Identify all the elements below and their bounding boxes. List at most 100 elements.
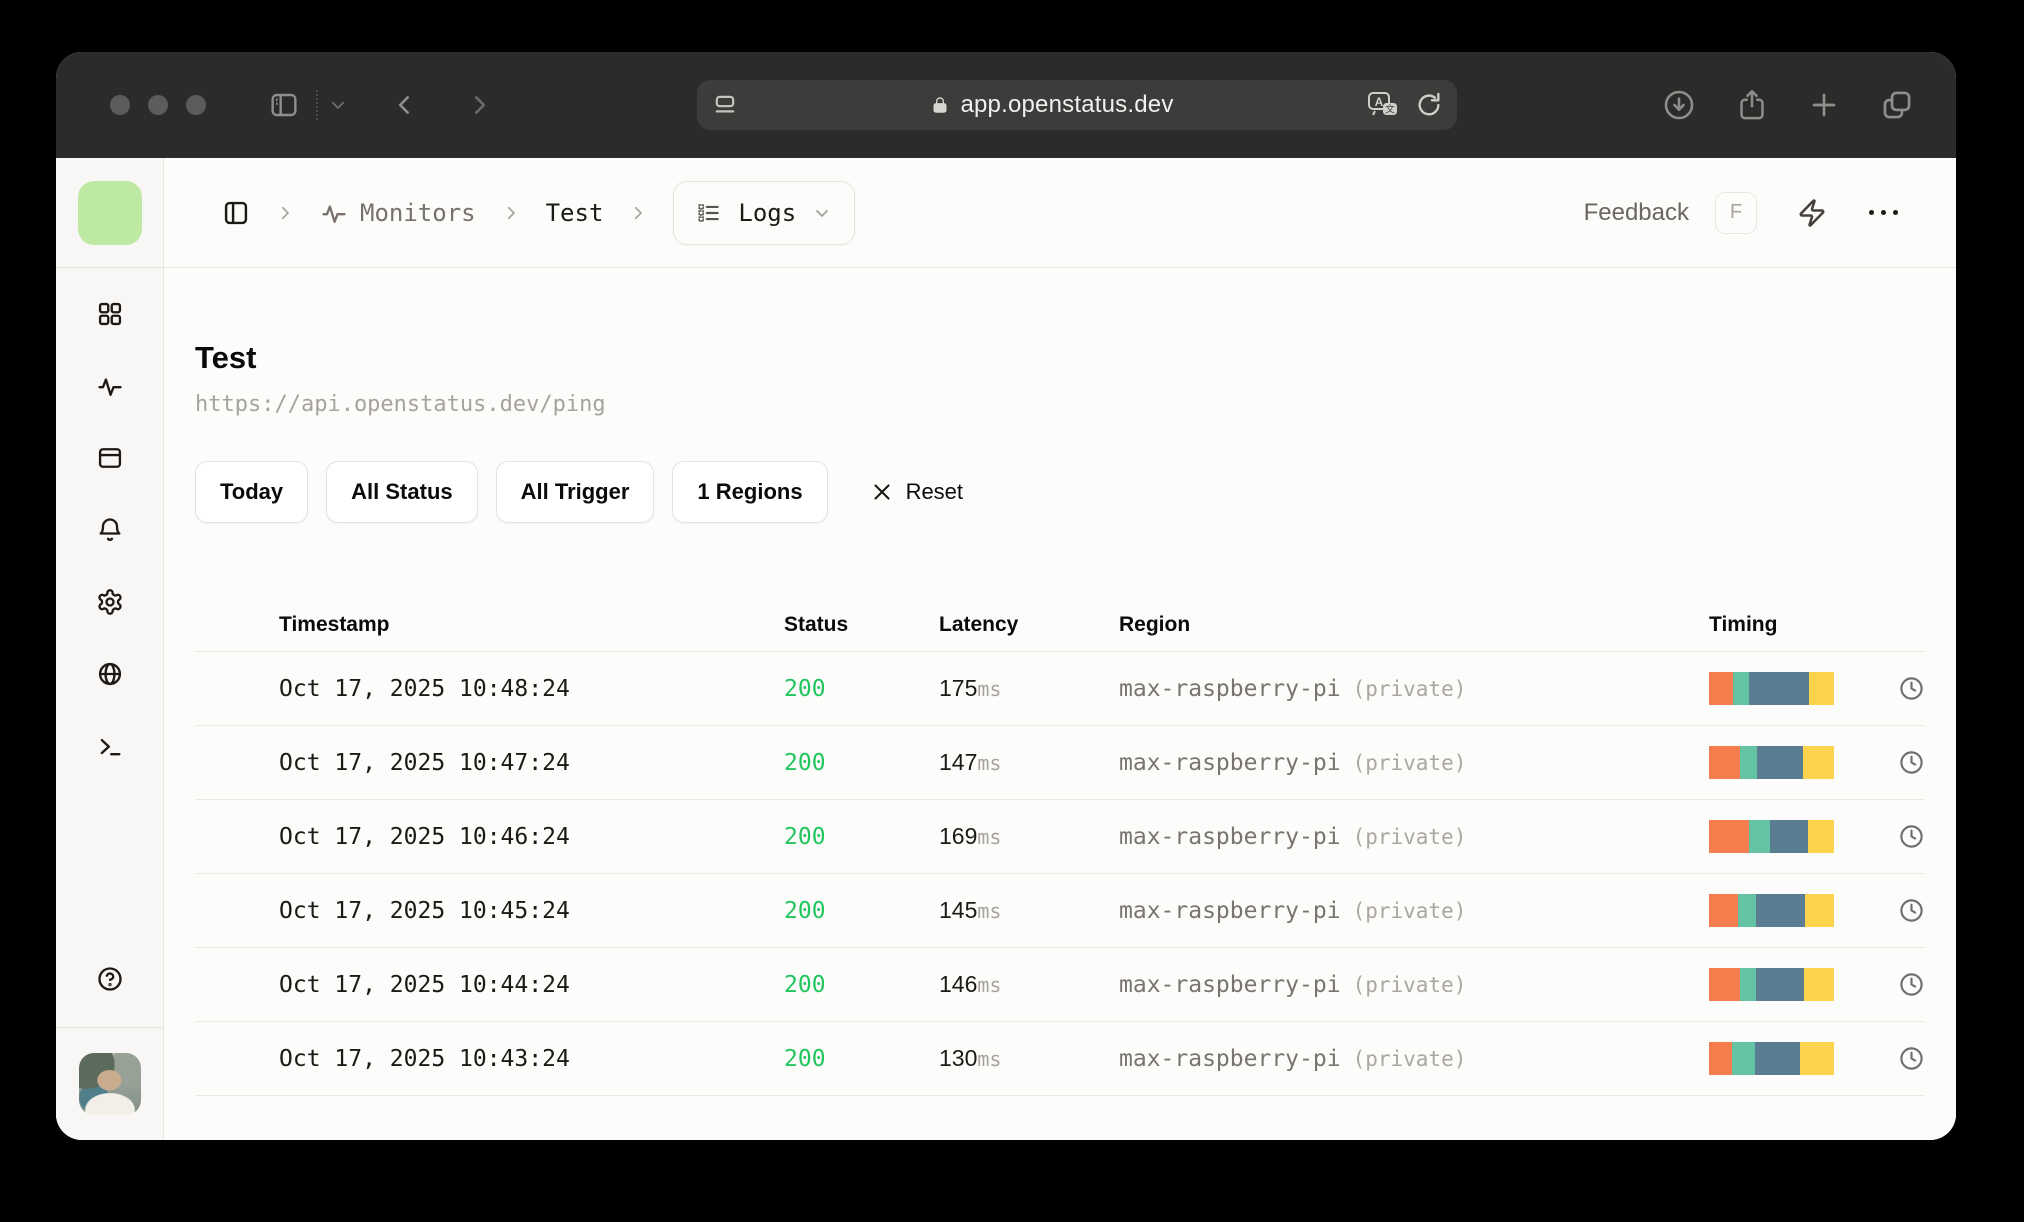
request-details-clock-icon[interactable] [1866,749,1925,776]
row-status: 200 [784,749,826,776]
tls-lock-icon [930,93,950,117]
log-row[interactable]: Oct 17, 2025 10:46:24 200 169 ms max-ras… [195,799,1925,873]
minimize-window-button[interactable] [148,95,168,115]
row-timestamp: Oct 17, 2025 10:48:24 [279,675,570,702]
row-latency-unit: ms [977,677,1002,701]
sidebar-item-settings[interactable] [96,588,124,616]
row-latency-value: 130 [939,1045,978,1071]
sidebar-item-cli[interactable] [96,732,124,760]
col-timestamp[interactable]: Timestamp [279,613,784,637]
timing-segment-ttfb [1756,968,1804,1001]
downloads-icon[interactable] [1662,88,1696,122]
request-details-clock-icon[interactable] [1866,823,1925,850]
sidebar-item-monitors[interactable] [96,372,124,400]
workspace-logo[interactable] [77,180,142,245]
quick-actions-icon[interactable] [1797,198,1827,228]
timing-segment-transfer [1808,820,1834,853]
row-region: max-raspberry-pi [1119,675,1341,702]
timing-bar [1709,820,1834,853]
log-row[interactable]: Oct 17, 2025 10:43:24 200 130 ms max-ras… [195,1021,1925,1095]
more-options-button[interactable] [1869,210,1898,215]
avatar[interactable] [78,1053,141,1115]
sidebar-item-regions[interactable] [96,660,124,688]
breadcrumb-monitor-name[interactable]: Test [546,199,604,227]
row-status: 200 [784,971,826,998]
filter-trigger-button[interactable]: All Trigger [495,461,655,523]
col-region[interactable]: Region [1119,613,1709,637]
filter-regions-button[interactable]: 1 Regions [672,461,828,523]
page-format-icon[interactable] [711,91,739,119]
safari-sidebar-toggle-icon[interactable] [268,89,300,121]
address-text[interactable]: app.openstatus.dev [960,91,1173,119]
row-latency-unit: ms [977,825,1002,849]
timing-segment-dns [1709,672,1733,705]
row-status: 200 [784,897,826,924]
row-timestamp: Oct 17, 2025 10:45:24 [279,897,570,924]
sidebar-item-dashboard[interactable] [96,300,124,328]
timing-segment-dns [1709,746,1740,779]
row-region: max-raspberry-pi [1119,971,1341,998]
col-latency[interactable]: Latency [939,613,1119,637]
request-details-clock-icon[interactable] [1866,971,1925,998]
reset-filters-button[interactable]: Reset [870,479,963,505]
request-details-clock-icon[interactable] [1866,1045,1925,1072]
chevron-down-icon [812,203,832,223]
row-status: 200 [784,675,826,702]
panel-toggle-icon[interactable] [222,199,250,227]
breadcrumb: Monitors Test Logs [222,180,856,245]
timing-segment-ttfb [1749,672,1809,705]
browser-toolbar: app.openstatus.dev A文 [56,52,1956,158]
timing-segment-connect [1732,1042,1755,1075]
breadcrumb-monitors[interactable]: Monitors [320,199,476,227]
logs-table: Timestamp Status Latency Region Timing O… [195,599,1925,1096]
row-region-note: (private) [1352,750,1467,775]
back-icon[interactable] [392,92,418,118]
user-menu[interactable] [78,1028,141,1140]
request-details-clock-icon[interactable] [1866,675,1925,702]
view-selector-button[interactable]: Logs [673,180,856,245]
reload-icon[interactable] [1415,91,1443,119]
timing-bar [1709,1042,1834,1075]
sidebar-item-notifications[interactable] [96,516,124,544]
row-latency-unit: ms [977,973,1002,997]
log-row[interactable]: Oct 17, 2025 10:44:24 200 146 ms max-ras… [195,947,1925,1021]
monitor-endpoint-url: https://api.openstatus.dev/ping [195,392,606,417]
timing-bar [1709,968,1834,1001]
app-header: Monitors Test Logs Feedback F [164,158,1956,268]
tab-group-chevron-icon[interactable] [328,95,348,115]
col-timing[interactable]: Timing [1709,613,1866,637]
browser-window: app.openstatus.dev A文 Monitors Test Logs… [56,52,1956,1140]
list-icon [696,200,722,226]
address-bar[interactable]: app.openstatus.dev A文 [697,80,1457,130]
workspace-logo-cell[interactable] [56,158,163,268]
forward-icon[interactable] [466,92,492,118]
help-button[interactable] [96,931,124,1027]
translate-icon[interactable]: A文 [1365,90,1401,120]
row-status: 200 [784,823,826,850]
timing-segment-transfer [1800,1042,1834,1075]
row-region-note: (private) [1352,676,1467,701]
log-row[interactable]: Oct 17, 2025 10:45:24 200 145 ms max-ras… [195,873,1925,947]
share-icon[interactable] [1736,88,1768,122]
tab-overview-icon[interactable] [1880,88,1914,122]
timing-segment-dns [1709,894,1738,927]
log-row[interactable]: Oct 17, 2025 10:47:24 200 147 ms max-ras… [195,725,1925,799]
filter-status-button[interactable]: All Status [326,461,478,523]
timing-segment-ttfb [1770,820,1808,853]
col-status[interactable]: Status [784,613,939,637]
view-selector-label: Logs [738,198,797,227]
window-controls[interactable] [110,95,206,115]
app-sidebar [56,158,164,1140]
row-status: 200 [784,1045,826,1072]
log-row[interactable]: Oct 17, 2025 10:48:24 200 175 ms max-ras… [195,651,1925,725]
toolbar-divider [316,90,318,120]
zoom-window-button[interactable] [186,95,206,115]
row-timestamp: Oct 17, 2025 10:47:24 [279,749,570,776]
request-details-clock-icon[interactable] [1866,897,1925,924]
sidebar-item-status-pages[interactable] [96,444,124,472]
close-window-button[interactable] [110,95,130,115]
new-tab-icon[interactable] [1808,89,1840,121]
feedback-button[interactable]: Feedback [1584,199,1689,227]
timing-segment-ttfb [1757,746,1803,779]
filter-period-button[interactable]: Today [195,461,309,523]
